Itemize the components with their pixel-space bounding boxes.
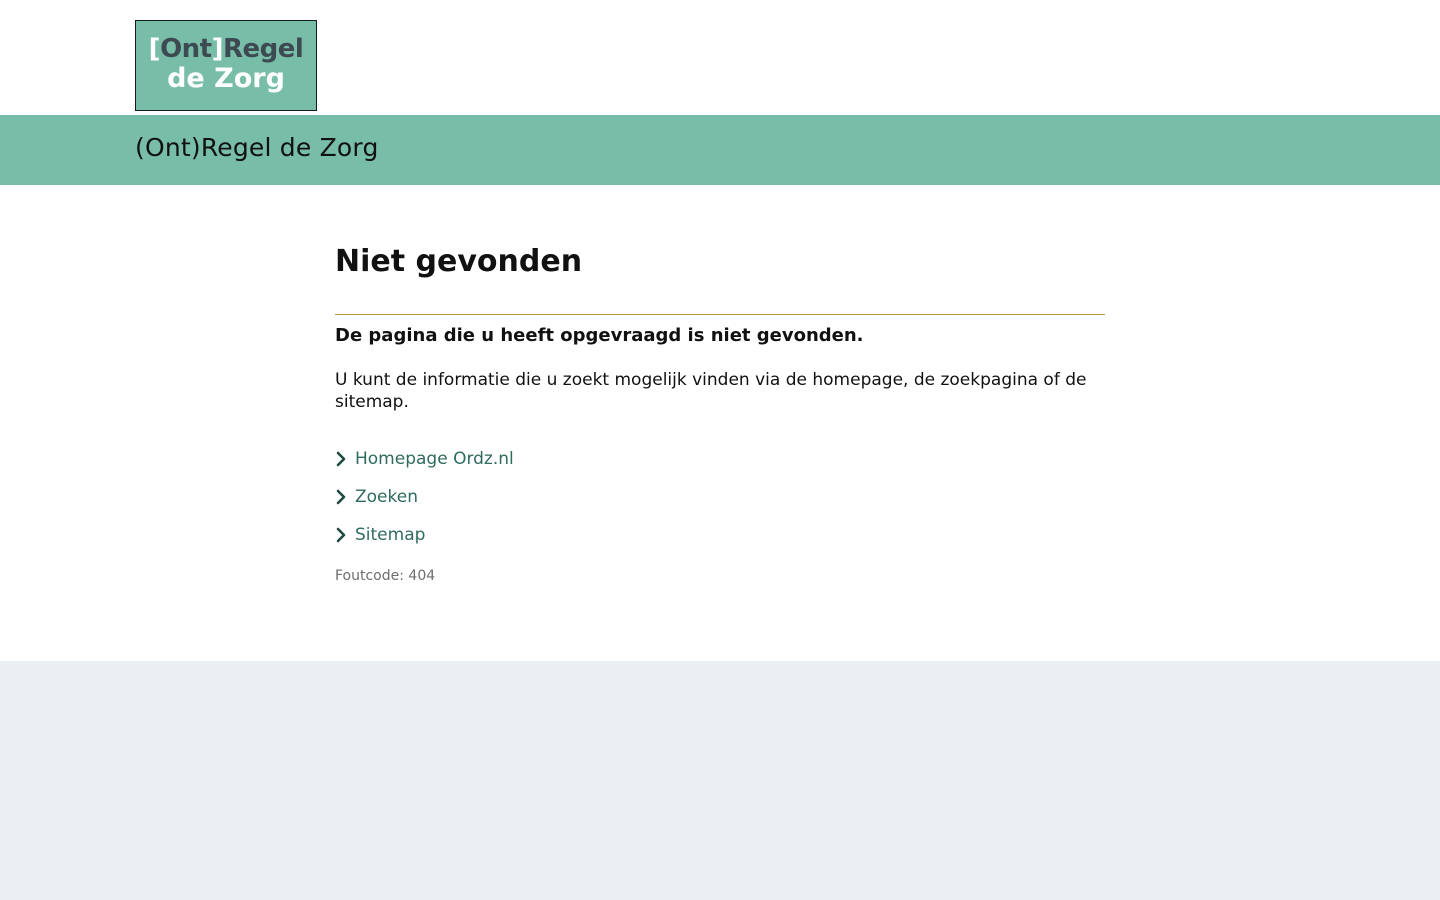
chevron-right-icon xyxy=(336,451,346,467)
logo-word-regel: Regel xyxy=(223,34,304,64)
main-column: Niet gevonden De pagina die u heeft opge… xyxy=(335,243,1105,584)
page-title: Niet gevonden xyxy=(335,244,583,279)
top-bar: [Ont]Regel de Zorg xyxy=(0,0,1440,115)
title-band: (Ont)Regel de Zorg xyxy=(0,115,1440,185)
footer xyxy=(0,661,1440,900)
homepage-link[interactable]: Homepage Ordz.nl xyxy=(355,448,514,470)
logo-word-ont: Ont xyxy=(160,34,212,64)
site-logo[interactable]: [Ont]Regel de Zorg xyxy=(135,20,317,111)
chevron-right-icon xyxy=(336,489,346,505)
logo-line-2: de Zorg xyxy=(167,63,285,94)
chevron-right-icon xyxy=(336,527,346,543)
main-content: Niet gevonden De pagina die u heeft opge… xyxy=(0,185,1440,661)
link-list: Homepage Ordz.nl Zoeken Sitemap xyxy=(335,440,1105,554)
info-paragraph: U kunt de informatie die u zoekt mogelij… xyxy=(335,370,1087,412)
lead-text: De pagina die u heeft opgevraagd is niet… xyxy=(335,325,864,346)
list-item: Zoeken xyxy=(335,478,1105,516)
heading-divider xyxy=(335,314,1105,315)
list-item: Sitemap xyxy=(335,516,1105,554)
search-link[interactable]: Zoeken xyxy=(355,486,418,508)
site-title[interactable]: (Ont)Regel de Zorg xyxy=(135,133,379,162)
error-code: Foutcode: 404 xyxy=(335,568,436,584)
logo-line-1: [Ont]Regel xyxy=(136,34,316,64)
logo-open-bracket: [ xyxy=(148,34,161,64)
list-item: Homepage Ordz.nl xyxy=(335,440,1105,478)
sitemap-link[interactable]: Sitemap xyxy=(355,524,425,546)
logo-close-bracket: ] xyxy=(211,34,224,64)
